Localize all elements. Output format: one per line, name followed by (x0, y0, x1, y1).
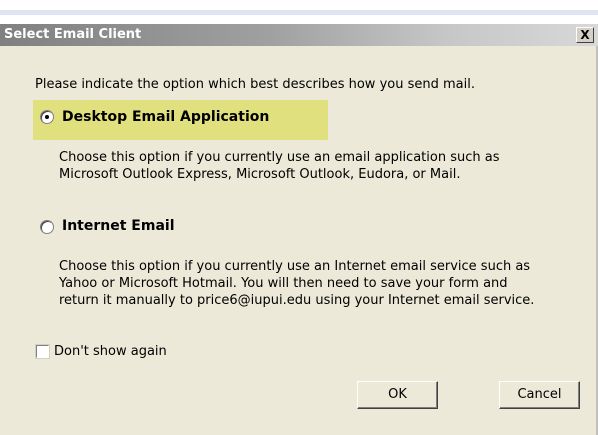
dont-show-again-label[interactable]: Don't show again (54, 344, 167, 359)
close-button[interactable]: X (576, 27, 594, 43)
background-strip (0, 0, 598, 24)
radio-internet-email[interactable] (40, 220, 54, 234)
cancel-button[interactable]: Cancel (499, 381, 580, 409)
instruction-text: Please indicate the option which best de… (35, 77, 475, 92)
option-description-desktop-line-2: Microsoft Outlook Express, Microsoft Out… (59, 167, 461, 182)
radio-desktop-email[interactable] (40, 110, 54, 124)
dont-show-again-checkbox[interactable] (36, 345, 49, 358)
option-label-internet-email[interactable]: Internet Email (62, 218, 175, 234)
close-icon: X (580, 28, 590, 42)
radio-selected-dot (45, 115, 49, 119)
option-description-internet-line-1: Choose this option if you currently use … (59, 259, 531, 274)
option-label-desktop-email[interactable]: Desktop Email Application (62, 109, 269, 125)
option-description-internet-line-2: Yahoo or Microsoft Hotmail. You will the… (59, 276, 508, 291)
option-description-internet-line-3: return it manually to price6@iupui.edu u… (59, 293, 535, 308)
background-strip-line (0, 10, 598, 15)
option-description-desktop-line-1: Choose this option if you currently use … (59, 150, 500, 165)
title-bar[interactable]: Select Email Client (0, 24, 598, 46)
ok-button[interactable]: OK (357, 381, 438, 409)
window-title: Select Email Client (4, 27, 142, 42)
